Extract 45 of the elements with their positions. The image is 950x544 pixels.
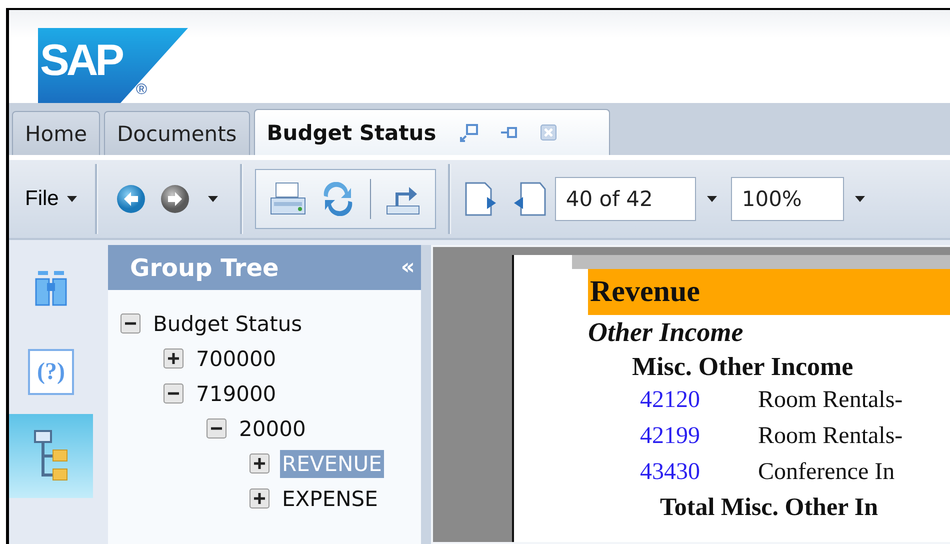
tab[interactable]: Budget Status [254, 109, 610, 155]
account-link[interactable]: 42120 [640, 386, 758, 414]
caret-icon[interactable] [854, 196, 865, 202]
file-menu[interactable]: File [19, 183, 83, 215]
tab[interactable]: Home [12, 111, 100, 155]
collapse-icon[interactable] [163, 383, 184, 404]
tab-label: Budget Status [266, 120, 436, 144]
account-link[interactable]: 43430 [640, 458, 758, 486]
tree-item[interactable]: Budget Status [151, 310, 304, 338]
rail-tile[interactable] [9, 414, 93, 498]
account-link[interactable]: 42199 [640, 422, 758, 450]
page-field[interactable]: 40 of 42 [554, 177, 696, 221]
account-description: Conference In [758, 458, 895, 486]
back-icon[interactable] [116, 184, 146, 214]
account-description: Room Rentals- [758, 422, 903, 450]
forward-icon[interactable] [160, 184, 190, 214]
pin-icon[interactable] [500, 125, 518, 140]
panel-title: Group Tree [130, 254, 279, 282]
tree-item[interactable]: EXPENSE [280, 484, 380, 512]
caret-icon[interactable] [208, 196, 218, 202]
help-icon: (?) [28, 349, 74, 395]
tab[interactable]: Documents [104, 111, 250, 155]
tree-item[interactable]: 700000 [194, 344, 278, 372]
subgroup-heading: Misc. Other Income [631, 352, 854, 382]
expand-icon[interactable] [249, 488, 270, 509]
tree-icon [33, 429, 69, 483]
account-description: Room Rentals- [758, 386, 903, 414]
group-heading: Other Income [588, 317, 744, 348]
tree-item[interactable]: 20000 [237, 414, 308, 442]
collapse-icon[interactable] [120, 313, 141, 334]
collapse-icon[interactable] [206, 418, 227, 439]
tab-label: Documents [117, 122, 237, 146]
print-icon[interactable] [270, 182, 306, 216]
caret-icon [66, 196, 77, 202]
restore-icon[interactable] [460, 124, 478, 142]
tree-item[interactable]: 719000 [194, 380, 278, 408]
expand-icon[interactable] [249, 453, 270, 474]
total-label: Total Misc. Other In [659, 494, 880, 522]
registered-mark: ® [136, 81, 148, 98]
caret-icon[interactable] [706, 196, 717, 202]
tab-label: Home [25, 122, 88, 146]
expand-icon[interactable] [163, 348, 184, 369]
section-header: Revenue [588, 269, 950, 315]
zoom-field[interactable]: 100% [730, 177, 844, 221]
binoculars-icon [34, 269, 68, 307]
